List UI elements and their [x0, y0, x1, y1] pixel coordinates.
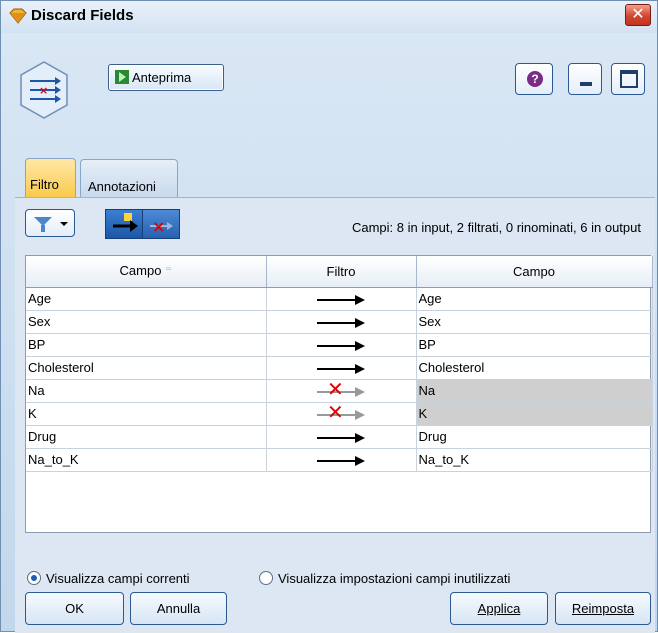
filter-toggle-cell[interactable]: ✕ — [266, 379, 417, 403]
reset-button[interactable]: Reimposta — [555, 592, 651, 625]
filter-options-dropdown[interactable] — [25, 209, 75, 237]
filter-toggle-cell[interactable] — [266, 310, 417, 334]
pass-arrow-icon[interactable] — [317, 455, 365, 466]
tab-annotations[interactable]: Annotazioni — [80, 159, 178, 197]
title-bar: Discard Fields ✕ — [1, 1, 657, 33]
output-field-cell[interactable]: Cholesterol — [416, 356, 653, 380]
table-row[interactable]: Na_to_K Na_to_K — [26, 448, 653, 472]
pass-arrow-icon[interactable] — [317, 317, 365, 328]
minimize-icon — [580, 82, 592, 86]
column-header-filter[interactable]: Filtro — [266, 256, 417, 288]
discard-arrow-icon: × — [150, 217, 173, 236]
apply-button[interactable]: Applica — [450, 592, 548, 625]
input-field-cell: Drug — [26, 425, 267, 449]
output-field-cell[interactable]: BP — [416, 333, 653, 357]
pass-arrow-icon[interactable] — [317, 294, 365, 305]
table-row[interactable]: Sex Sex — [26, 310, 653, 334]
close-button[interactable]: ✕ — [625, 4, 651, 26]
input-field-cell: K — [26, 402, 267, 426]
svg-text:×: × — [152, 217, 165, 236]
filter-fields-toggle[interactable]: × — [142, 209, 180, 239]
input-field-cell: Na — [26, 379, 267, 403]
table-row[interactable]: Na ✕ Na — [26, 379, 653, 403]
table-row[interactable]: K ✕ K — [26, 402, 653, 426]
filter-toggle-cell[interactable] — [266, 356, 417, 380]
radio-button[interactable] — [259, 571, 273, 585]
output-field-cell[interactable]: Drug — [416, 425, 653, 449]
tab-annotations-label: Annotazioni — [88, 179, 156, 194]
input-field-cell: BP — [26, 333, 267, 357]
radio-unused-fields[interactable]: Visualizza impostazioni campi inutilizza… — [259, 571, 510, 586]
preview-button[interactable]: Anteprima — [108, 64, 224, 91]
window-title: Discard Fields — [31, 7, 134, 24]
radio-current-fields[interactable]: Visualizza campi correnti — [27, 571, 190, 586]
output-field-cell[interactable]: Na_to_K — [416, 448, 653, 472]
app-diamond-icon — [9, 8, 27, 24]
filtered-arrow-icon[interactable]: ✕ — [317, 380, 365, 400]
output-field-cell[interactable]: Na — [416, 379, 653, 403]
svg-text:×: × — [39, 84, 48, 97]
pass-fields-toggle[interactable] — [105, 209, 143, 239]
output-field-cell[interactable]: K — [416, 402, 653, 426]
pass-arrow-icon — [113, 213, 138, 232]
radio-button[interactable] — [27, 571, 41, 585]
output-field-cell[interactable]: Sex — [416, 310, 653, 334]
fields-summary: Campi: 8 in input, 2 filtrati, 0 rinomin… — [351, 220, 641, 235]
input-field-cell: Age — [26, 287, 267, 311]
filter-toggle-cell[interactable] — [266, 287, 417, 311]
cancel-button[interactable]: Annulla — [130, 592, 227, 625]
chevron-down-icon — [60, 222, 68, 226]
funnel-icon — [34, 217, 52, 232]
table-row[interactable]: Age Age — [26, 287, 653, 311]
column-header-output-field[interactable]: Campo — [416, 256, 653, 288]
table-row[interactable]: BP BP — [26, 333, 653, 357]
play-icon — [115, 70, 129, 84]
table-row[interactable]: Drug Drug — [26, 425, 653, 449]
help-icon: ? — [527, 71, 543, 87]
maximize-button[interactable] — [611, 63, 645, 95]
filtered-arrow-icon[interactable]: ✕ — [317, 403, 365, 423]
pass-arrow-icon[interactable] — [317, 363, 365, 374]
pass-arrow-icon[interactable] — [317, 340, 365, 351]
preview-label: Anteprima — [132, 70, 192, 85]
pass-arrow-icon[interactable] — [317, 432, 365, 443]
fields-table: Campo ⁼ Filtro Campo Age Age Sex Sex BP BP Cho… — [25, 255, 653, 533]
filter-toggle-cell[interactable] — [266, 333, 417, 357]
minimize-button[interactable] — [568, 63, 602, 95]
input-field-cell: Sex — [26, 310, 267, 334]
maximize-icon — [620, 70, 638, 88]
input-field-cell: Cholesterol — [26, 356, 267, 380]
tab-filter-label: Filtro — [30, 177, 59, 192]
table-row[interactable]: Cholesterol Cholesterol — [26, 356, 653, 380]
input-field-cell: Na_to_K — [26, 448, 267, 472]
filter-toggle-cell[interactable] — [266, 448, 417, 472]
ok-button[interactable]: OK — [25, 592, 124, 625]
radio-unused-fields-label: Visualizza impostazioni campi inutilizza… — [278, 571, 511, 586]
filter-node-icon: × — [20, 61, 68, 119]
radio-current-fields-label: Visualizza campi correnti — [46, 571, 190, 586]
tab-filter[interactable]: Filtro — [25, 158, 76, 198]
dialog-window: Discard Fields ✕ × Anteprima ? Filtro An… — [0, 0, 658, 633]
filter-toggle-cell[interactable] — [266, 425, 417, 449]
help-button[interactable]: ? — [515, 63, 553, 95]
output-field-cell[interactable]: Age — [416, 287, 653, 311]
filter-toggle-cell[interactable]: ✕ — [266, 402, 417, 426]
column-header-input-field[interactable]: Campo ⁼ — [26, 256, 267, 288]
